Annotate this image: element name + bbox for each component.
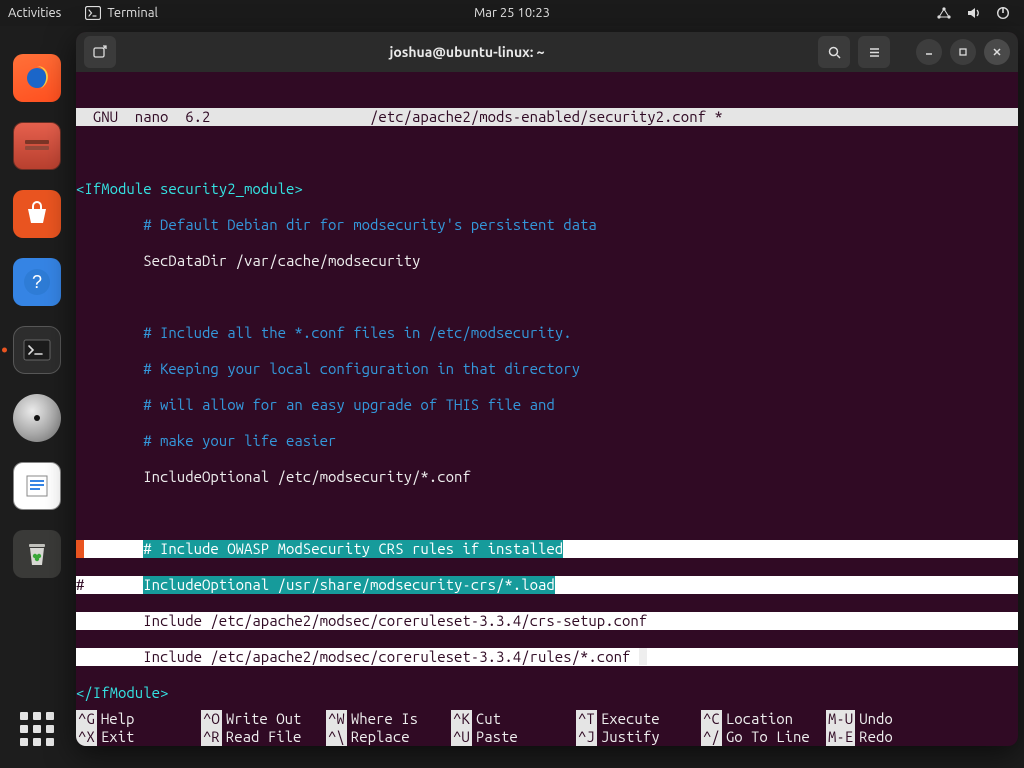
clock[interactable]: Mar 25 10:23	[474, 6, 550, 20]
dock-trash[interactable]	[13, 530, 61, 578]
terminal-window: joshua@ubuntu-linux: ~ GNU nano 6.2 /etc…	[76, 32, 1018, 746]
shortcut-where-is: ^WWhere Is	[326, 710, 451, 728]
dock-firefox[interactable]	[13, 54, 61, 102]
search-button[interactable]	[818, 36, 850, 68]
shortcut-help: ^GHelp	[76, 710, 201, 728]
nano-header: GNU nano 6.2 /etc/apache2/mods-enabled/s…	[76, 108, 1018, 126]
shortcut-cut: ^KCut	[451, 710, 576, 728]
tag-close: </IfModule>	[76, 684, 168, 701]
comment: # make your life easier	[76, 432, 336, 449]
top-panel: Activities Terminal Mar 25 10:23	[0, 0, 1024, 26]
show-applications-button[interactable]	[20, 712, 54, 746]
nano-version: GNU nano 6.2	[76, 108, 370, 126]
shortcut-exit: ^XExit	[76, 728, 201, 746]
directive: IncludeOptional /etc/modsecurity/*.conf	[76, 468, 471, 485]
selected-line: # Include OWASP ModSecurity CRS rules if…	[76, 540, 1018, 558]
panel-app-name: Terminal	[107, 6, 158, 20]
shortcut-paste: ^UPaste	[451, 728, 576, 746]
shortcut-read-file: ^RRead File	[201, 728, 326, 746]
activities-button[interactable]: Activities	[8, 6, 61, 20]
close-button[interactable]	[984, 39, 1010, 65]
power-icon[interactable]	[996, 6, 1010, 20]
shortcut-redo: M-ERedo	[826, 728, 951, 746]
shortcut-write-out: ^OWrite Out	[201, 710, 326, 728]
nano-shortcut-bar: ^GHelp^OWrite Out^WWhere Is^KCut^TExecut…	[76, 710, 1018, 746]
dock-text-editor[interactable]	[13, 462, 61, 510]
nano-filename: /etc/apache2/mods-enabled/security2.conf…	[370, 108, 723, 126]
dock-terminal[interactable]	[13, 326, 61, 374]
comment: # Include all the *.conf files in /etc/m…	[76, 324, 572, 341]
shortcut-go-to-line: ^/Go To Line	[701, 728, 826, 746]
dock-ubuntu-software[interactable]	[13, 190, 61, 238]
volume-icon[interactable]	[966, 6, 982, 20]
terminal-content[interactable]: GNU nano 6.2 /etc/apache2/mods-enabled/s…	[76, 72, 1018, 746]
dock-files[interactable]	[13, 122, 61, 170]
svg-text:?: ?	[32, 272, 42, 292]
maximize-button[interactable]	[950, 39, 976, 65]
editor-body[interactable]: <IfModule security2_module> # Default De…	[76, 162, 1018, 738]
cursor-icon	[639, 648, 647, 665]
shortcut-location: ^CLocation	[701, 710, 826, 728]
dock-disc[interactable]	[13, 394, 61, 442]
window-title: joshua@ubuntu-linux: ~	[124, 44, 810, 60]
comment: # Keeping your local configuration in th…	[76, 360, 580, 377]
edited-line: Include /etc/apache2/modsec/coreruleset-…	[76, 648, 1018, 666]
terminal-icon	[85, 6, 101, 20]
directive: SecDataDir /var/cache/modsecurity	[76, 252, 420, 269]
minimize-button[interactable]	[916, 39, 942, 65]
dock-help[interactable]: ?	[13, 258, 61, 306]
shortcut-replace: ^\Replace	[326, 728, 451, 746]
network-icon[interactable]	[936, 6, 952, 20]
shortcut-undo: M-UUndo	[826, 710, 951, 728]
hamburger-menu-button[interactable]	[858, 36, 890, 68]
dock: ?	[0, 26, 74, 768]
selected-line: #IncludeOptional /usr/share/modsecurity-…	[76, 576, 1018, 594]
panel-app-indicator[interactable]: Terminal	[85, 6, 158, 20]
edited-line: Include /etc/apache2/modsec/coreruleset-…	[76, 612, 1018, 630]
shortcut-execute: ^TExecute	[576, 710, 701, 728]
comment: # will allow for an easy upgrade of THIS…	[76, 396, 555, 413]
new-tab-button[interactable]	[84, 36, 116, 68]
tag-open: <IfModule security2_module>	[76, 180, 303, 197]
comment: # Default Debian dir for modsecurity's p…	[76, 216, 597, 233]
shortcut-justify: ^JJustify	[576, 728, 701, 746]
titlebar: joshua@ubuntu-linux: ~	[76, 32, 1018, 72]
